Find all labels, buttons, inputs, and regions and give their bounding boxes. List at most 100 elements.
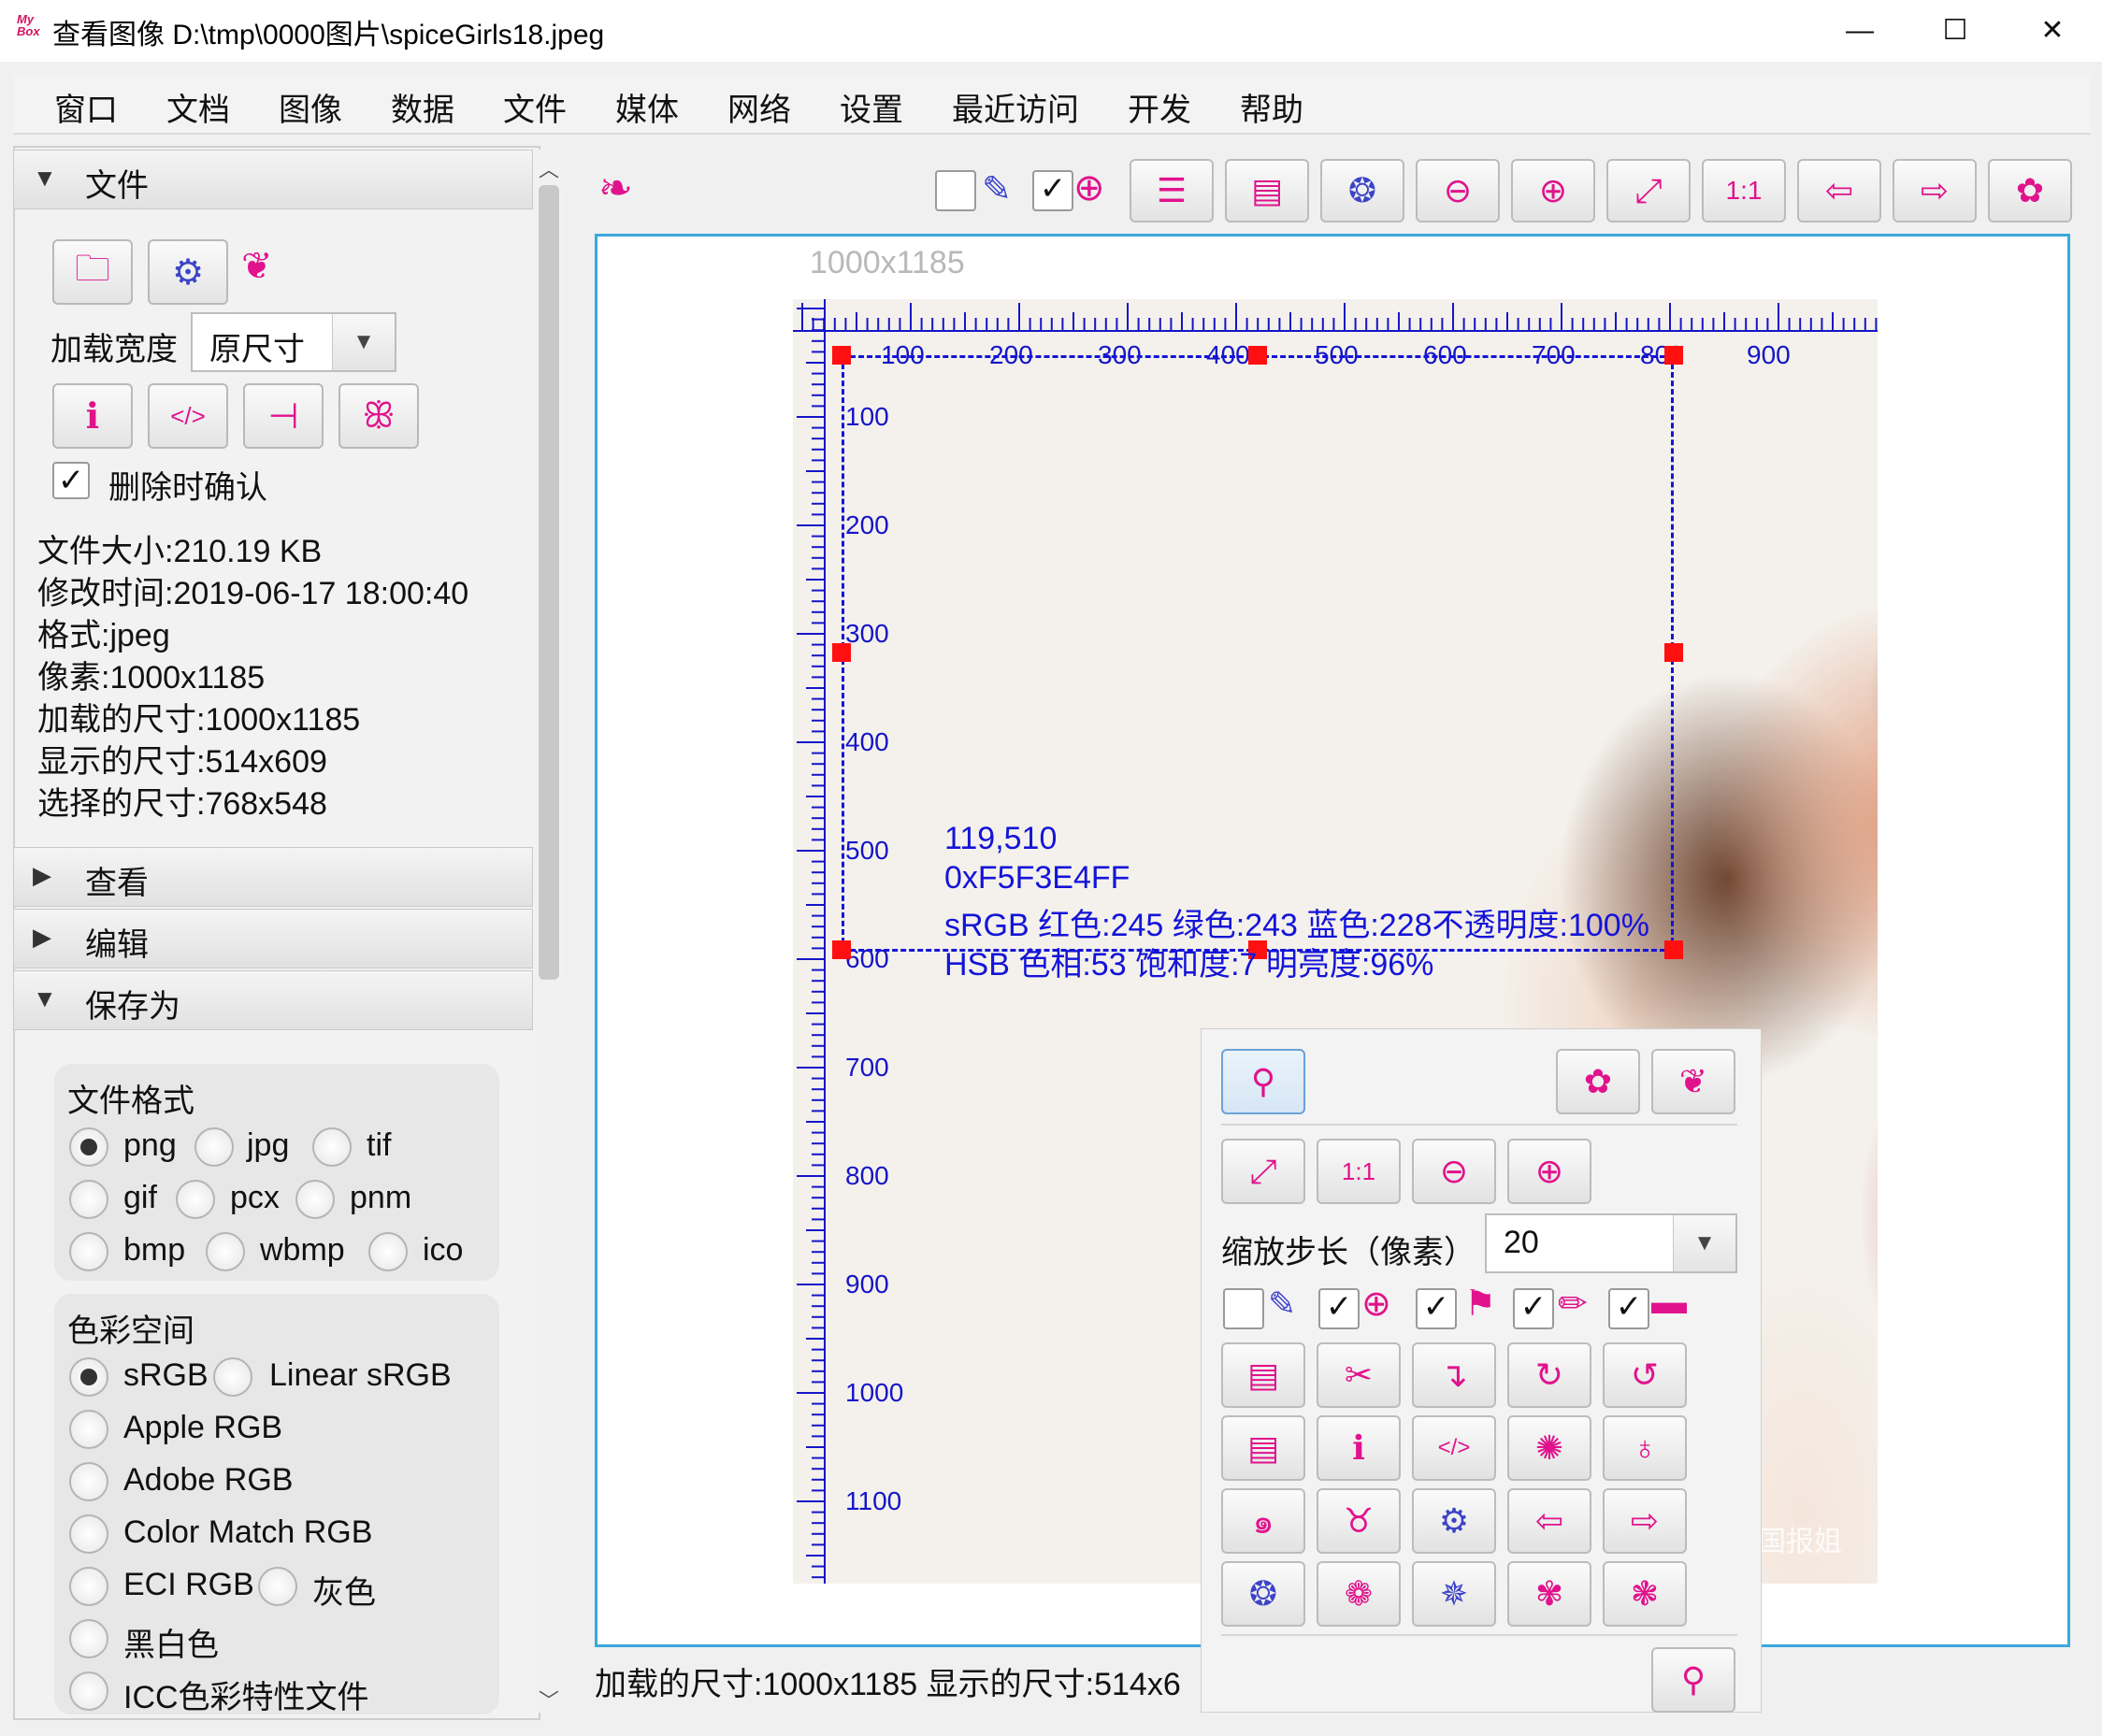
format-wbmp-radio[interactable]: [206, 1232, 245, 1271]
panel-swirl-button[interactable]: ๑: [1221, 1488, 1305, 1554]
panel-marker-checkbox[interactable]: ✓: [1416, 1288, 1457, 1329]
pick-color-checkbox[interactable]: [935, 170, 976, 211]
colorspace-gray-radio[interactable]: [258, 1567, 297, 1606]
selection-handle[interactable]: [832, 940, 851, 959]
format-png-radio[interactable]: [69, 1127, 108, 1167]
menu-media[interactable]: 媒体: [615, 84, 679, 130]
panel-sunflower-button[interactable]: ✺: [1507, 1415, 1591, 1481]
open-folder-button[interactable]: 🗀: [52, 239, 133, 305]
crosshair-checkbox[interactable]: ✓: [1032, 170, 1073, 211]
panel-pear-button[interactable]: ♉: [1317, 1488, 1401, 1554]
panel-wheel-button[interactable]: ❁: [1317, 1561, 1401, 1627]
menu-develop[interactable]: 开发: [1128, 84, 1191, 130]
panel-info-button[interactable]: ℹ: [1317, 1415, 1401, 1481]
panel-zoom-out-button[interactable]: ⊖: [1412, 1139, 1496, 1204]
metadata-button[interactable]: ꕥ: [338, 383, 419, 449]
colorspace-eci-rgb-radio[interactable]: [69, 1567, 108, 1606]
maximize-button[interactable]: ☐: [1913, 7, 1997, 54]
menu-file[interactable]: 文件: [503, 84, 567, 130]
panel-original-size-button[interactable]: 1:1: [1317, 1139, 1401, 1204]
panel-pick-color-checkbox[interactable]: [1223, 1288, 1264, 1329]
format-bmp-radio[interactable]: [69, 1232, 108, 1271]
panel-flower-button[interactable]: ✿: [1556, 1049, 1640, 1114]
panel-zoom-in-button[interactable]: ⊕: [1507, 1139, 1591, 1204]
load-width-select[interactable]: 原尺寸 ▼: [191, 312, 396, 372]
panel-bottom-pin-button[interactable]: ⚲: [1651, 1647, 1735, 1713]
panel-gourd-button[interactable]: ♁: [1603, 1415, 1687, 1481]
panel-blossom-button[interactable]: ✾: [1507, 1561, 1591, 1627]
file-info-button[interactable]: ℹ: [52, 383, 133, 449]
panel-rotate-right-button[interactable]: ↻: [1507, 1342, 1591, 1408]
menu-help[interactable]: 帮助: [1240, 84, 1303, 130]
format-ico-radio[interactable]: [368, 1232, 408, 1271]
menu-network[interactable]: 网络: [727, 84, 791, 130]
menu-settings[interactable]: 设置: [840, 84, 903, 130]
align-button[interactable]: ☰: [1130, 159, 1214, 222]
zoom-out-button[interactable]: ⊖: [1416, 159, 1500, 222]
panel-ruler-checkbox[interactable]: ✓: [1513, 1288, 1554, 1329]
selection-handle[interactable]: [832, 346, 851, 365]
selection-handle[interactable]: [1248, 346, 1267, 365]
scroll-down-icon[interactable]: ﹀: [539, 1685, 559, 1714]
colorspace-color-match-radio[interactable]: [69, 1514, 108, 1554]
menu-data[interactable]: 数据: [391, 84, 454, 130]
confirm-delete-checkbox[interactable]: ✓: [52, 462, 90, 499]
list-button[interactable]: ▤: [1225, 159, 1309, 222]
panel-previous-button[interactable]: ⇦: [1507, 1488, 1591, 1554]
colorspace-srgb-radio[interactable]: [69, 1357, 108, 1397]
resize-button[interactable]: ⊣: [243, 383, 324, 449]
mesh-button[interactable]: ❂: [1320, 159, 1404, 222]
colorspace-adobe-rgb-radio[interactable]: [69, 1462, 108, 1501]
format-tif-radio[interactable]: [312, 1127, 352, 1167]
panel-next-button[interactable]: ⇨: [1603, 1488, 1687, 1554]
format-jpg-radio[interactable]: [194, 1127, 234, 1167]
colorspace-linear-srgb-radio[interactable]: [213, 1357, 252, 1397]
zoom-step-select[interactable]: 20 ▼: [1485, 1213, 1737, 1273]
panel-style-button[interactable]: ❦: [1651, 1049, 1735, 1114]
left-panel-scroll-thumb[interactable]: [539, 185, 559, 980]
panel-cog-flower-button[interactable]: ❃: [1603, 1561, 1687, 1627]
next-button[interactable]: ⇨: [1893, 159, 1977, 222]
panel-crosshair-checkbox[interactable]: ✓: [1318, 1288, 1360, 1329]
close-button[interactable]: ✕: [2010, 7, 2095, 54]
panel-star-flower-button[interactable]: ✵: [1412, 1561, 1496, 1627]
panel-pin-button[interactable]: ⚲: [1221, 1049, 1305, 1114]
colorspace-icc-radio[interactable]: [69, 1671, 108, 1711]
selection-handle[interactable]: [832, 643, 851, 662]
original-size-button[interactable]: 1:1: [1702, 159, 1786, 222]
panel-mesh-button[interactable]: ❂: [1221, 1561, 1305, 1627]
panel-document-button[interactable]: ▤: [1221, 1415, 1305, 1481]
previous-button[interactable]: ⇦: [1797, 159, 1881, 222]
zoom-in-button[interactable]: ⊕: [1511, 159, 1595, 222]
panel-settings-button[interactable]: ⚙: [1412, 1488, 1496, 1554]
colorspace-apple-rgb-radio[interactable]: [69, 1410, 108, 1449]
panel-html-button[interactable]: </>: [1412, 1415, 1496, 1481]
scroll-up-icon[interactable]: ︿: [539, 153, 559, 183]
panel-rotate-left-button[interactable]: ↺: [1603, 1342, 1687, 1408]
panel-fit-window-button[interactable]: ⤢: [1221, 1139, 1305, 1204]
section-view-header[interactable]: ▶ 查看: [13, 847, 533, 907]
section-file-header[interactable]: ▼ 文件: [13, 150, 533, 209]
menu-image[interactable]: 图像: [279, 84, 342, 130]
html-view-button[interactable]: </>: [148, 383, 228, 449]
panel-crop-button[interactable]: ✂: [1317, 1342, 1401, 1408]
file-settings-button[interactable]: ⚙: [148, 239, 228, 305]
section-edit-header[interactable]: ▶ 编辑: [13, 909, 533, 968]
menu-document[interactable]: 文档: [166, 84, 230, 130]
fish-icon[interactable]: ❦: [241, 245, 273, 288]
format-pcx-radio[interactable]: [176, 1180, 215, 1219]
flower-menu-button[interactable]: ✿: [1988, 159, 2072, 222]
panel-grid-checkbox[interactable]: ✓: [1608, 1288, 1649, 1329]
fit-window-button[interactable]: ⤢: [1606, 159, 1691, 222]
selection-handle[interactable]: [1664, 940, 1683, 959]
menu-window[interactable]: 窗口: [54, 84, 118, 130]
panel-text-button[interactable]: ▤: [1221, 1342, 1305, 1408]
selection-handle[interactable]: [1664, 643, 1683, 662]
selection-handle[interactable]: [1664, 346, 1683, 365]
format-gif-radio[interactable]: [69, 1180, 108, 1219]
section-save-as-header[interactable]: ▼ 保存为: [13, 970, 533, 1030]
panel-arrow-button[interactable]: ↴: [1412, 1342, 1496, 1408]
colorspace-bw-radio[interactable]: [69, 1619, 108, 1658]
minimize-button[interactable]: —: [1818, 7, 1902, 54]
format-pnm-radio[interactable]: [295, 1180, 335, 1219]
